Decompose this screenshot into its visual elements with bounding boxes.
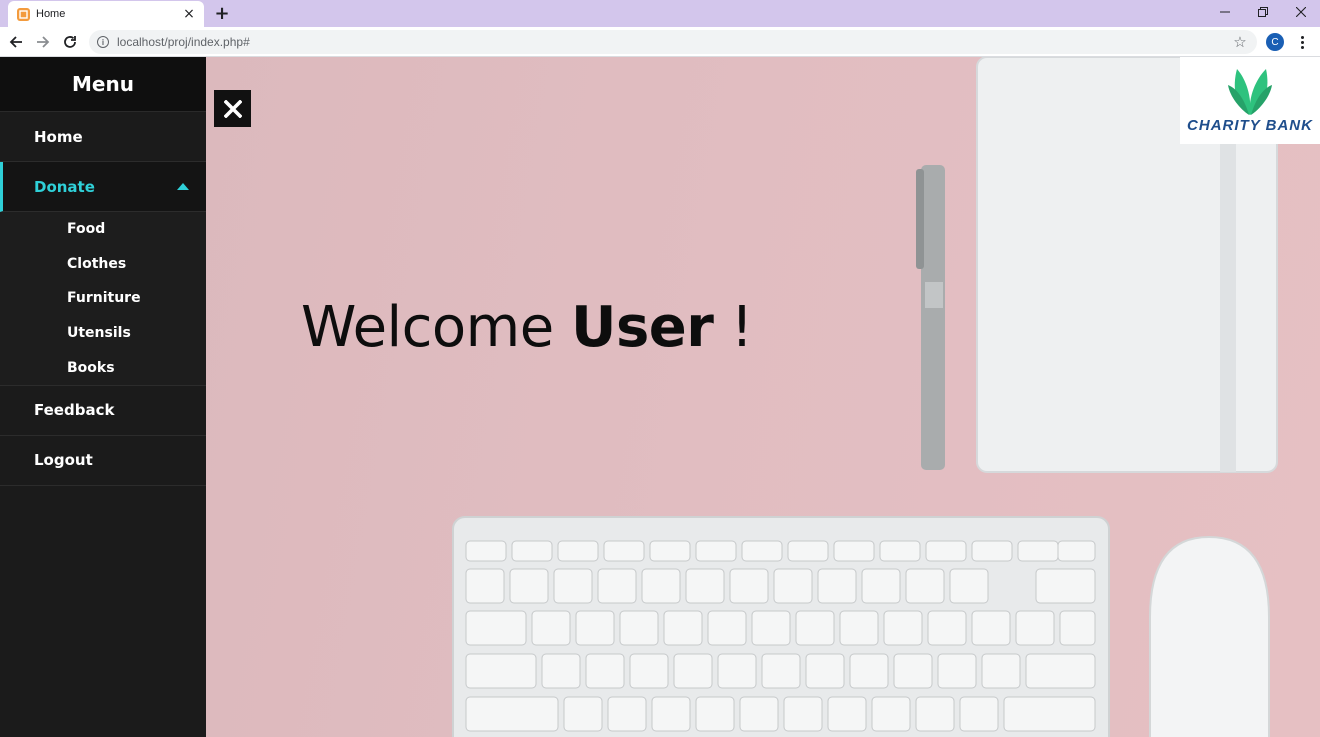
kebab-dot-icon [1300,45,1304,49]
browser-tab[interactable]: Home × [8,1,204,27]
close-menu-button[interactable] [214,90,251,127]
forward-button[interactable] [31,30,55,54]
reload-button[interactable] [58,30,82,54]
tab-close-button[interactable]: × [181,6,197,22]
address-bar[interactable]: i localhost/proj/index.php# ☆ [89,30,1257,54]
sidebar-item-label: Donate [34,177,95,196]
submenu-item-furniture[interactable]: Furniture [0,281,206,316]
desk-background-image [452,57,1278,737]
profile-avatar[interactable]: C [1266,33,1284,51]
sidebar-item-home[interactable]: Home [0,112,206,162]
restore-icon [1258,7,1268,17]
arrow-right-icon [37,36,50,48]
leaf-logo-icon [1228,69,1272,115]
browser-toolbar: i localhost/proj/index.php# ☆ C [0,27,1320,57]
kebab-dot-icon [1300,35,1304,39]
new-tab-button[interactable]: + [212,3,232,24]
submenu-item-utensils[interactable]: Utensils [0,316,206,351]
tab-title: Home [36,8,66,20]
sidebar-item-donate[interactable]: Donate [0,162,206,212]
charity-bank-logo[interactable]: CHARITY BANK [1180,57,1320,144]
arrow-left-icon [9,36,22,48]
close-icon [223,99,242,118]
browser-tab-strip: Home × + [0,0,1320,27]
submenu-item-food[interactable]: Food [0,212,206,247]
submenu-item-books[interactable]: Books [0,350,206,385]
donate-submenu: Food Clothes Furniture Utensils Books [0,212,206,386]
close-icon [1296,7,1306,17]
welcome-prefix: Welcome [301,295,554,360]
minimize-button[interactable] [1207,0,1243,24]
info-icon[interactable]: i [97,36,109,48]
browser-menu-button[interactable] [1293,33,1311,51]
restore-button[interactable] [1245,0,1281,24]
logo-text: CHARITY BANK [1187,117,1313,134]
sidebar-item-logout[interactable]: Logout [0,436,206,486]
back-button[interactable] [4,30,28,54]
window-close-button[interactable] [1283,0,1319,24]
xampp-favicon-icon [17,7,30,21]
hero-section: Welcome User ! CHARITY BANK [206,57,1320,737]
welcome-suffix: ! [730,295,753,360]
minimize-icon [1220,11,1230,13]
submenu-item-clothes[interactable]: Clothes [0,247,206,282]
welcome-heading: Welcome User ! [301,295,753,360]
caret-up-icon[interactable] [177,183,189,190]
page: Menu Home Donate Food Clothes Furniture … [0,57,1320,737]
menu-title: Menu [0,57,206,112]
sidebar-menu: Menu Home Donate Food Clothes Furniture … [0,57,206,737]
welcome-user: User [570,295,714,360]
sidebar-item-feedback[interactable]: Feedback [0,386,206,436]
kebab-dot-icon [1300,40,1304,44]
url-text[interactable]: localhost/proj/index.php# [117,35,250,49]
reload-icon [64,36,76,48]
bookmark-star-icon[interactable]: ☆ [1231,33,1249,51]
